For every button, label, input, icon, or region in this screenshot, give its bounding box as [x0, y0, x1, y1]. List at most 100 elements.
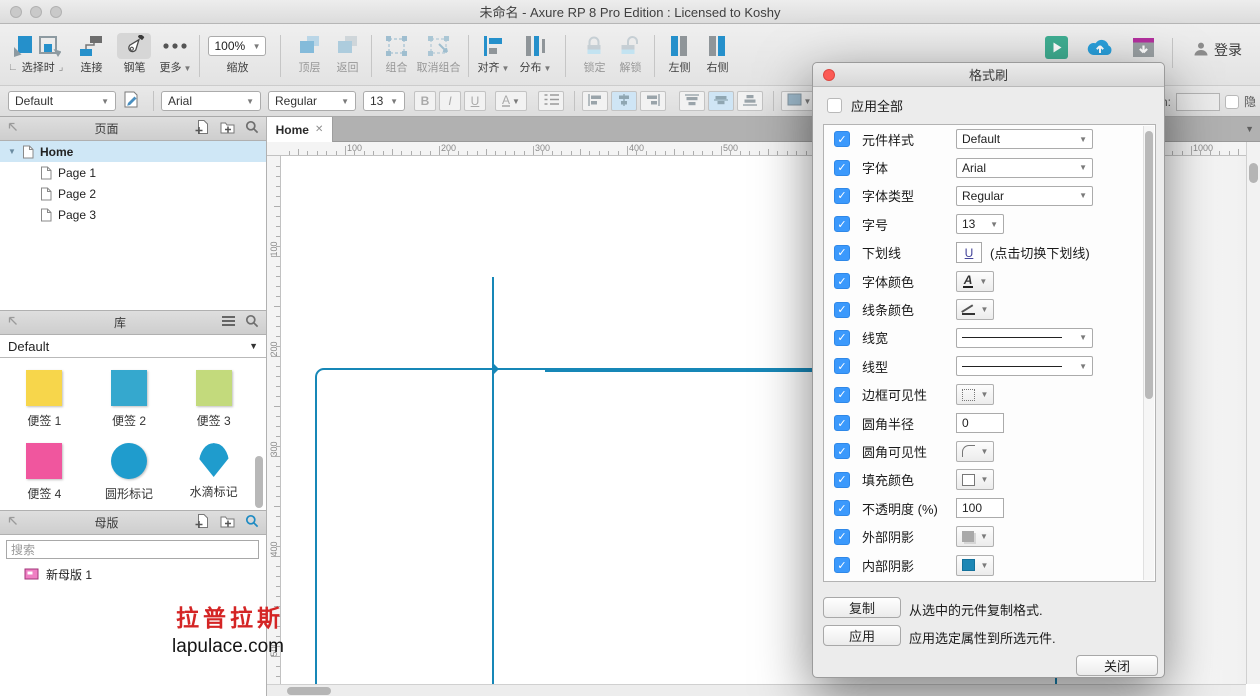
format-option-select[interactable]: Regular▼ [956, 186, 1093, 206]
widget-style-select[interactable]: Default▼ [8, 91, 116, 111]
height-input[interactable] [1176, 93, 1220, 111]
page-tree-item[interactable]: ▼Home [0, 141, 266, 162]
bold-button[interactable]: B [414, 91, 436, 111]
library-widget[interactable]: 圆形标记 [87, 443, 172, 502]
hidden-checkbox[interactable] [1225, 95, 1239, 109]
bring-to-front-button[interactable]: 顶层 [293, 33, 325, 75]
italic-button[interactable]: I [439, 91, 461, 111]
add-folder-icon[interactable] [219, 119, 236, 138]
canvas-vertical-scrollbar[interactable] [1246, 142, 1260, 684]
search-pages-icon[interactable] [245, 120, 259, 137]
format-option-checkbox[interactable]: ✓ [834, 131, 850, 147]
tree-caret-icon[interactable]: ▼ [8, 147, 18, 156]
collapse-panel-icon[interactable] [7, 315, 19, 330]
format-option-checkbox[interactable]: ✓ [834, 273, 850, 289]
font-color-icon-button[interactable]: A▼ [956, 271, 994, 292]
add-page-icon[interactable] [194, 119, 210, 138]
format-option-select[interactable]: Default▼ [956, 129, 1093, 149]
cloud-upload-icon[interactable] [1086, 36, 1114, 60]
library-widget[interactable]: 便签 1 [2, 370, 87, 429]
valign-middle-button[interactable] [708, 91, 734, 111]
select-intersect-icon[interactable] [11, 34, 33, 58]
line-color-icon-button[interactable]: ▼ [956, 299, 994, 320]
collapse-panel-icon[interactable] [7, 515, 19, 530]
format-option-checkbox[interactable]: ✓ [834, 472, 850, 488]
format-option-checkbox[interactable]: ✓ [834, 188, 850, 204]
scrollbar-thumb[interactable] [287, 687, 331, 695]
page-tree-item[interactable]: Page 2 [0, 183, 266, 204]
connect-button[interactable]: 连接 [75, 33, 107, 75]
selection-mode-buttons[interactable]: ∟选择时⌟ [8, 33, 63, 75]
font-color-button[interactable]: A▼ [495, 91, 527, 111]
format-option-checkbox[interactable]: ✓ [834, 529, 850, 545]
valign-top-button[interactable] [679, 91, 705, 111]
distribute-button[interactable]: 分布▼ [519, 33, 551, 75]
scrollbar-thumb[interactable] [1249, 163, 1258, 183]
format-option-checkbox[interactable]: ✓ [834, 500, 850, 516]
copy-format-button[interactable]: 复制 [823, 597, 901, 618]
canvas-horizontal-scrollbar[interactable] [267, 684, 1246, 696]
format-option-select[interactable]: Arial▼ [956, 158, 1093, 178]
page-tree-item[interactable]: Page 1 [0, 162, 266, 183]
underline-button[interactable]: U [464, 91, 486, 111]
align-text-right-button[interactable] [640, 91, 666, 111]
dialog-scrollbar[interactable] [1143, 126, 1154, 580]
search-library-icon[interactable] [245, 314, 259, 331]
format-option-checkbox[interactable]: ✓ [834, 330, 850, 346]
search-masters-icon[interactable] [245, 514, 259, 531]
apply-format-button[interactable]: 应用 [823, 625, 901, 646]
ungroup-button[interactable]: 取消组合 [416, 33, 460, 75]
format-option-select[interactable]: 13▼ [956, 214, 1004, 234]
line-style-select[interactable]: ▼ [956, 328, 1093, 348]
scrollbar-thumb[interactable] [1145, 131, 1153, 399]
zoom-select[interactable]: 100%▼ [208, 36, 266, 56]
canvas-vertical-line[interactable] [492, 277, 494, 684]
edit-style-icon[interactable] [122, 90, 140, 112]
valign-bottom-button[interactable] [737, 91, 763, 111]
format-option-checkbox[interactable]: ✓ [834, 415, 850, 431]
preview-play-icon[interactable] [1045, 36, 1068, 62]
page-tree-item[interactable]: Page 3 [0, 204, 266, 225]
format-option-checkbox[interactable]: ✓ [834, 216, 850, 232]
align-left-side-button[interactable]: 左侧 [663, 33, 695, 75]
line-style-select[interactable]: ▼ [956, 356, 1093, 376]
format-option-input[interactable]: 0 [956, 413, 1004, 433]
zoom-control[interactable]: 100%▼ 缩放 [208, 33, 266, 75]
inner-shadow-icon-button[interactable]: ▼ [956, 555, 994, 576]
align-text-center-button[interactable] [611, 91, 637, 111]
align-text-left-button[interactable] [582, 91, 608, 111]
align-button[interactable]: 对齐▼ [477, 33, 509, 75]
library-select[interactable]: Default▼ [0, 335, 266, 358]
corner-visibility-icon-button[interactable]: ▼ [956, 441, 994, 462]
format-option-checkbox[interactable]: ✓ [834, 557, 850, 573]
format-option-checkbox[interactable]: ✓ [834, 358, 850, 374]
tab-home[interactable]: Home ✕ [267, 117, 333, 142]
format-option-checkbox[interactable]: ✓ [834, 387, 850, 403]
format-option-checkbox[interactable]: ✓ [834, 245, 850, 261]
format-option-input[interactable]: 100 [956, 498, 1004, 518]
bullet-list-button[interactable] [538, 91, 564, 111]
border-visibility-icon-button[interactable]: ▼ [956, 384, 994, 405]
font-size-select[interactable]: 13▼ [363, 91, 405, 111]
library-widget[interactable]: 便签 2 [87, 370, 172, 429]
download-update-icon[interactable] [1132, 36, 1155, 62]
library-widget[interactable]: 便签 4 [2, 443, 87, 502]
master-item[interactable]: 新母版 1 [0, 564, 266, 584]
add-master-icon[interactable] [194, 513, 210, 532]
format-option-checkbox[interactable]: ✓ [834, 160, 850, 176]
select-contain-icon[interactable] [37, 34, 61, 58]
library-widget[interactable]: 便签 3 [171, 370, 256, 429]
send-back-button[interactable]: 返回 [331, 33, 363, 75]
library-menu-icon[interactable] [221, 315, 236, 330]
font-weight-select[interactable]: Regular▼ [268, 91, 356, 111]
masters-search-input[interactable] [6, 540, 259, 559]
tab-overflow-icon[interactable]: ▼ [1245, 124, 1254, 134]
login-button[interactable]: 登录 [1193, 40, 1242, 60]
more-button[interactable]: 更多▼ [159, 33, 191, 75]
close-tab-icon[interactable]: ✕ [315, 124, 323, 135]
group-button[interactable]: 组合 [380, 33, 412, 75]
apply-all-checkbox[interactable] [827, 98, 842, 113]
format-option-checkbox[interactable]: ✓ [834, 302, 850, 318]
underline-toggle-button[interactable]: U [956, 242, 982, 263]
format-option-checkbox[interactable]: ✓ [834, 443, 850, 459]
